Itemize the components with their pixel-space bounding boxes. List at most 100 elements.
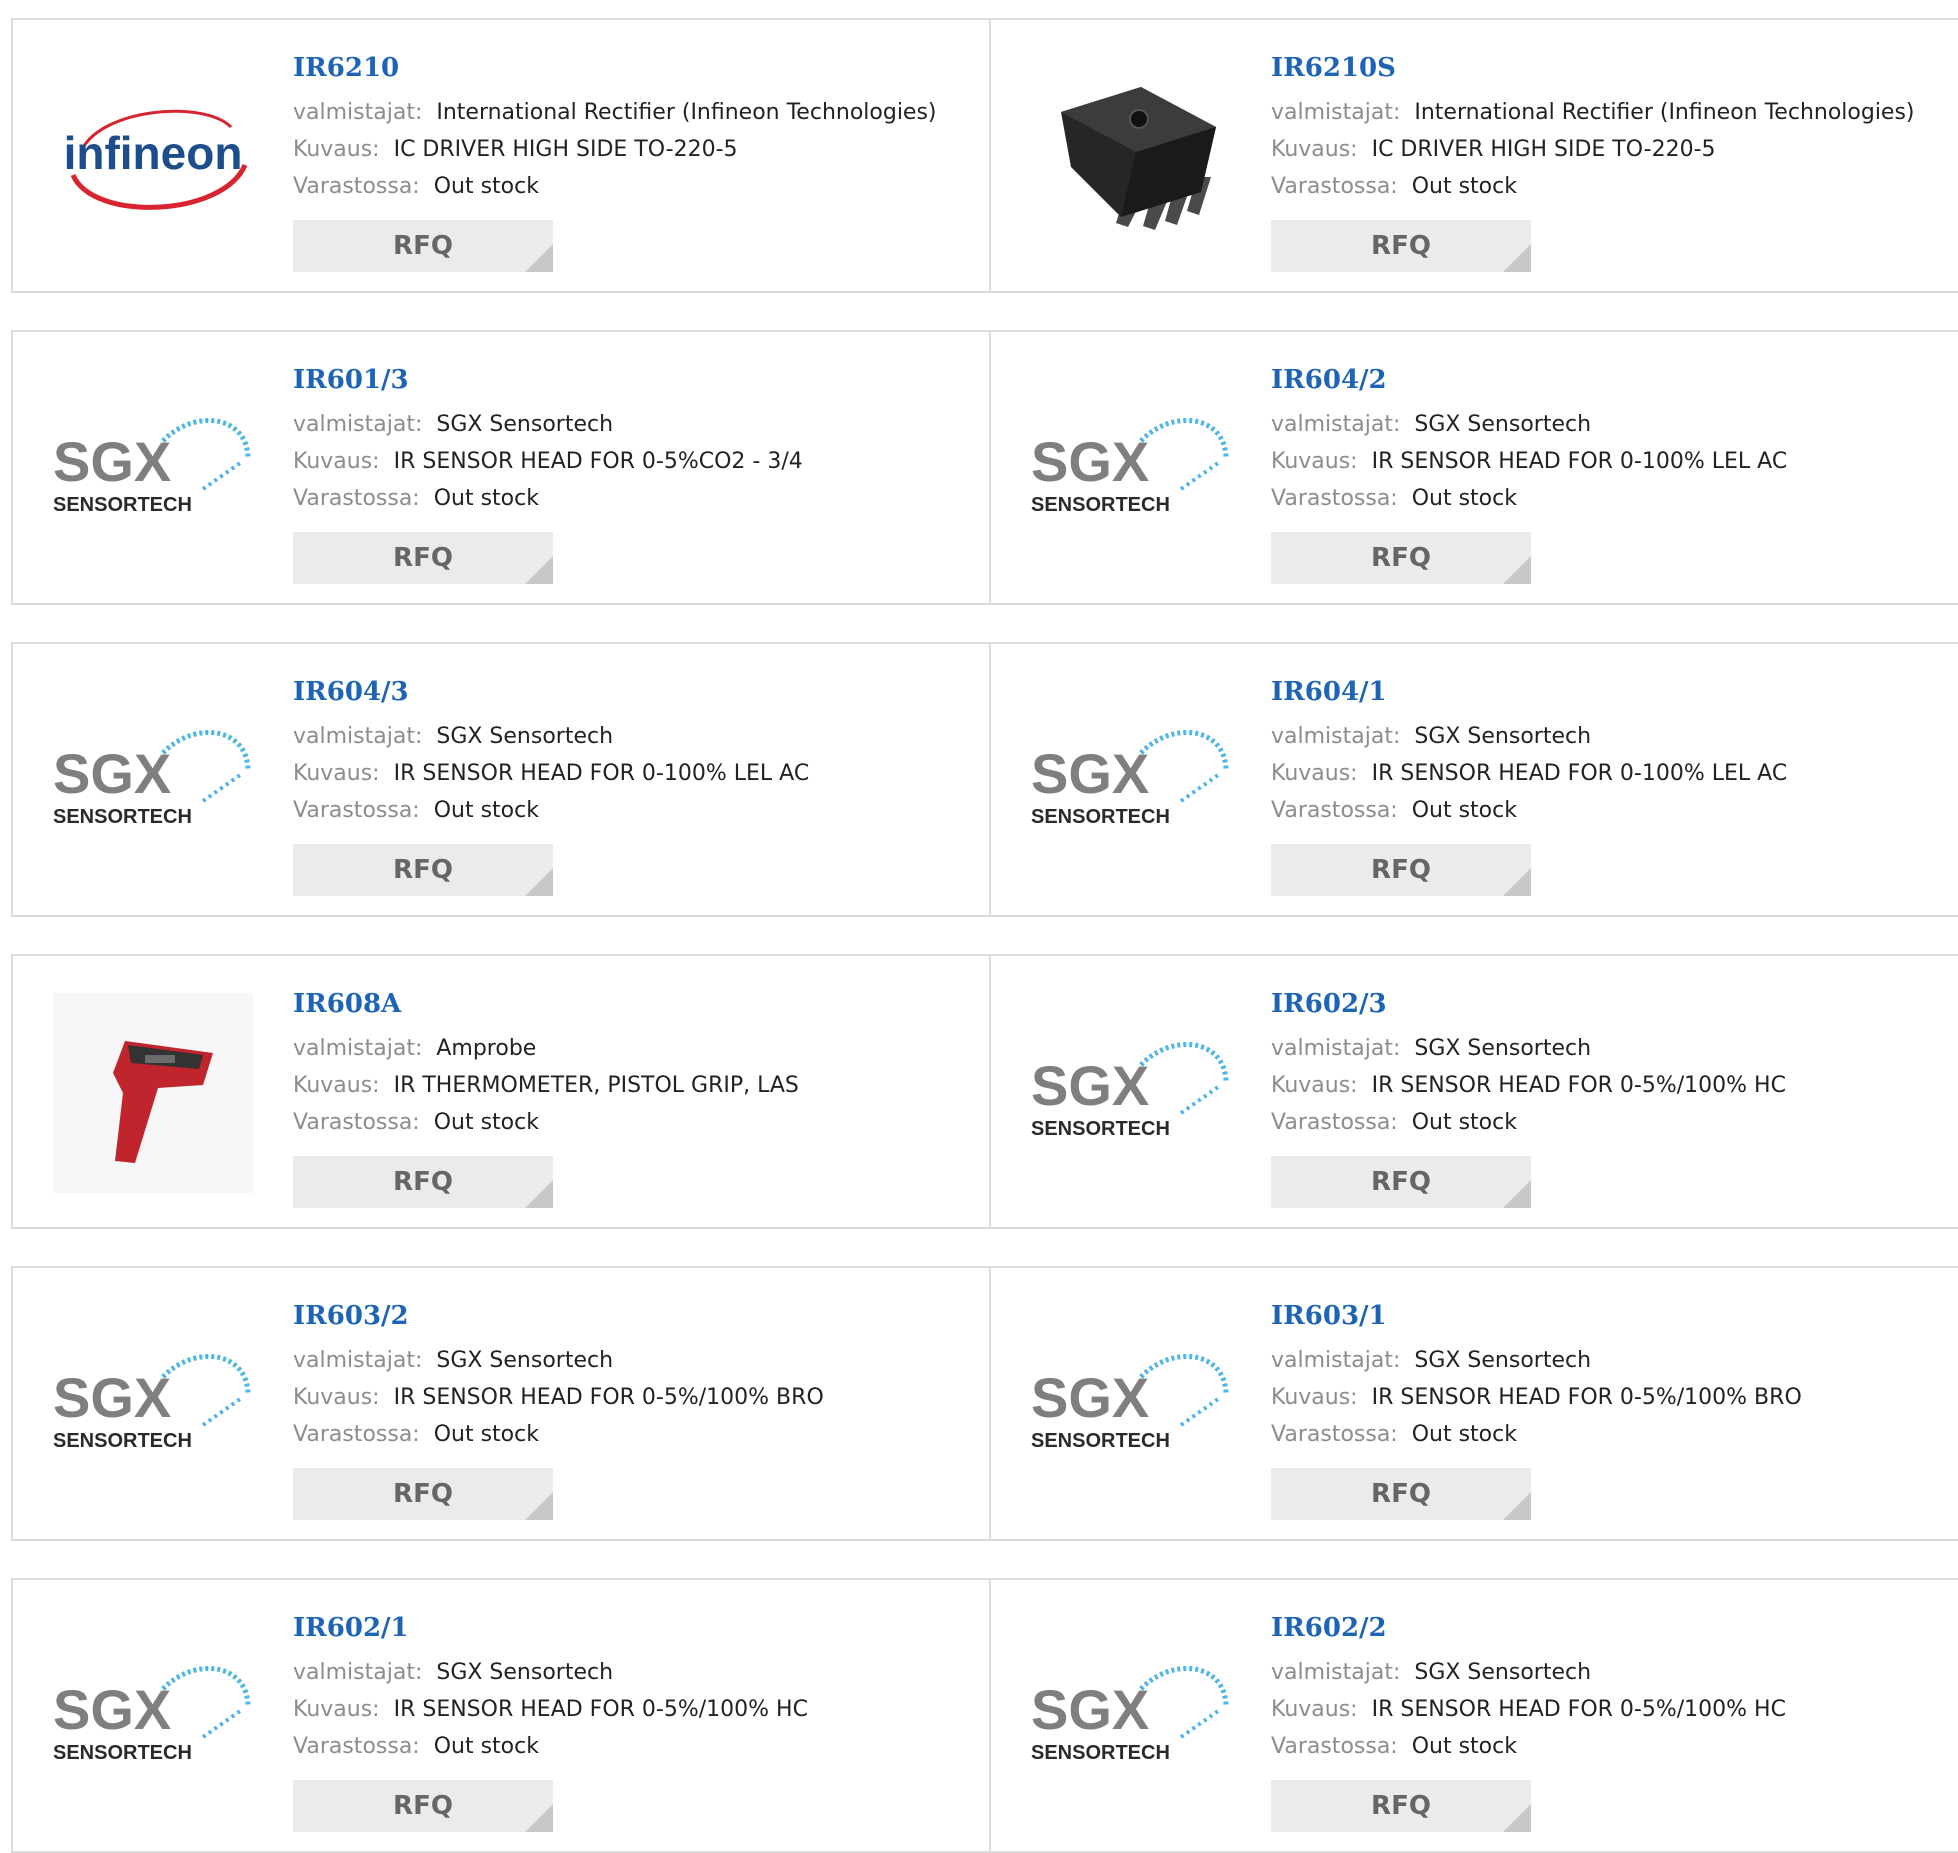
product-info: IR602/1 valmistajat: SGX Sensortech Kuvau…	[293, 1608, 808, 1765]
rfq-button[interactable]: RFQ	[1271, 1468, 1531, 1520]
description-line: Kuvaus: IR SENSOR HEAD FOR 0-5%/100% HC	[293, 1691, 808, 1728]
svg-text:SGX: SGX	[53, 1678, 171, 1741]
description-value: IR SENSOR HEAD FOR 0-5%/100% HC	[393, 1697, 808, 1722]
part-number-link[interactable]: IR601/3	[293, 360, 803, 400]
part-number-link[interactable]: IR604/3	[293, 672, 809, 712]
stock-line: Varastossa: Out stock	[293, 792, 809, 829]
stock-value: Out stock	[433, 798, 539, 823]
description-value: IC DRIVER HIGH SIDE TO-220-5	[1371, 137, 1716, 162]
stock-line: Varastossa: Out stock	[293, 480, 803, 517]
stock-line: Varastossa: Out stock	[1271, 792, 1787, 829]
stock-value: Out stock	[1411, 486, 1517, 511]
rfq-button[interactable]: RFQ	[293, 220, 553, 272]
svg-text:SGX: SGX	[1031, 1366, 1149, 1429]
part-number-link[interactable]: IR604/2	[1271, 360, 1787, 400]
product-card: SGX SENSORTECH IR602/1 valmistajat: SGX S…	[13, 1580, 991, 1851]
part-number-link[interactable]: IR602/3	[1271, 984, 1786, 1024]
product-card: SGX SENSORTECH IR602/2 valmistajat: SGX S…	[991, 1580, 1958, 1851]
part-number-link[interactable]: IR6210S	[1271, 48, 1915, 88]
corner-triangle-icon	[1503, 1804, 1531, 1832]
rfq-button[interactable]: RFQ	[1271, 532, 1531, 584]
corner-triangle-icon	[525, 1180, 553, 1208]
manufacturer-line: valmistajat: SGX Sensortech	[1271, 406, 1787, 443]
product-card: SGX SENSORTECH IR604/1 valmistajat: SGX S…	[991, 644, 1958, 915]
svg-text:SGX: SGX	[1031, 742, 1149, 805]
rfq-button[interactable]: RFQ	[293, 1780, 553, 1832]
product-info: IR604/1 valmistajat: SGX Sensortech Kuvau…	[1271, 672, 1787, 829]
product-image[interactable]: SGX SENSORTECH	[1031, 1305, 1231, 1505]
rfq-button[interactable]: RFQ	[293, 1156, 553, 1208]
description-value: IR SENSOR HEAD FOR 0-5%/100% HC	[1371, 1697, 1786, 1722]
stock-line: Varastossa: Out stock	[1271, 1416, 1802, 1453]
product-image[interactable]: SGX SENSORTECH	[1031, 993, 1231, 1193]
product-image[interactable]: SGX SENSORTECH	[53, 1305, 253, 1505]
part-number-link[interactable]: IR603/1	[1271, 1296, 1802, 1336]
product-info: IR604/2 valmistajat: SGX Sensortech Kuvau…	[1271, 360, 1787, 517]
corner-triangle-icon	[1503, 556, 1531, 584]
rfq-button[interactable]: RFQ	[293, 1468, 553, 1520]
svg-text:SGX: SGX	[1031, 430, 1149, 493]
product-image[interactable]	[53, 993, 253, 1193]
stock-line: Varastossa: Out stock	[1271, 1728, 1786, 1765]
rfq-button[interactable]: RFQ	[293, 844, 553, 896]
description-value: IR SENSOR HEAD FOR 0-100% LEL AC	[393, 761, 810, 786]
product-image[interactable]: SGX SENSORTECH	[53, 369, 253, 569]
product-image[interactable]: infineon	[53, 57, 253, 257]
part-number-link[interactable]: IR603/2	[293, 1296, 824, 1336]
manufacturer-value: SGX Sensortech	[436, 724, 614, 749]
svg-text:SENSORTECH: SENSORTECH	[1031, 1118, 1170, 1140]
part-number-link[interactable]: IR608A	[293, 984, 799, 1024]
manufacturer-line: valmistajat: SGX Sensortech	[293, 406, 803, 443]
rfq-button[interactable]: RFQ	[293, 532, 553, 584]
stock-label: Varastossa:	[1271, 174, 1398, 199]
svg-text:SENSORTECH: SENSORTECH	[1031, 1742, 1170, 1764]
rfq-button[interactable]: RFQ	[1271, 220, 1531, 272]
rfq-button-label: RFQ	[393, 543, 453, 573]
description-value: IR SENSOR HEAD FOR 0-100% LEL AC	[1371, 761, 1788, 786]
part-number-link[interactable]: IR602/1	[293, 1608, 808, 1648]
corner-triangle-icon	[1503, 244, 1531, 272]
stock-value: Out stock	[433, 174, 539, 199]
svg-text:SENSORTECH: SENSORTECH	[53, 1430, 192, 1452]
rfq-button-label: RFQ	[393, 231, 453, 261]
product-image[interactable]: SGX SENSORTECH	[1031, 1617, 1231, 1817]
stock-value: Out stock	[1411, 798, 1517, 823]
rfq-button-label: RFQ	[1371, 1791, 1431, 1821]
rfq-button-label: RFQ	[393, 1479, 453, 1509]
description-line: Kuvaus: IR SENSOR HEAD FOR 0-100% LEL AC	[1271, 755, 1787, 792]
description-line: Kuvaus: IR SENSOR HEAD FOR 0-100% LEL AC	[293, 755, 809, 792]
description-value: IR SENSOR HEAD FOR 0-5%CO2 - 3/4	[393, 449, 803, 474]
part-number-link[interactable]: IR6210	[293, 48, 937, 88]
stock-label: Varastossa:	[1271, 486, 1398, 511]
product-card: SGX SENSORTECH IR601/3 valmistajat: SGX S…	[13, 332, 991, 603]
manufacturer-label: valmistajat:	[293, 1660, 423, 1685]
product-card: SGX SENSORTECH IR602/3 valmistajat: SGX S…	[991, 956, 1958, 1227]
manufacturer-value: International Rectifier (Infineon Techno…	[1414, 100, 1915, 125]
part-number-link[interactable]: IR604/1	[1271, 672, 1787, 712]
description-label: Kuvaus:	[293, 761, 380, 786]
svg-text:SGX: SGX	[53, 1366, 171, 1429]
svg-text:SENSORTECH: SENSORTECH	[53, 1742, 192, 1764]
sgx-logo-image: SGX SENSORTECH	[1031, 1042, 1229, 1140]
manufacturer-value: Amprobe	[436, 1036, 537, 1061]
rfq-button[interactable]: RFQ	[1271, 1780, 1531, 1832]
product-image[interactable]: SGX SENSORTECH	[1031, 681, 1231, 881]
description-label: Kuvaus:	[1271, 761, 1358, 786]
product-image[interactable]: SGX SENSORTECH	[53, 681, 253, 881]
product-info: IR603/1 valmistajat: SGX Sensortech Kuvau…	[1271, 1296, 1802, 1453]
stock-label: Varastossa:	[293, 174, 420, 199]
rfq-button[interactable]: RFQ	[1271, 844, 1531, 896]
part-number-link[interactable]: IR602/2	[1271, 1608, 1786, 1648]
product-image[interactable]: SGX SENSORTECH	[53, 1617, 253, 1817]
description-value: IR SENSOR HEAD FOR 0-5%/100% BRO	[393, 1385, 824, 1410]
manufacturer-label: valmistajat:	[293, 1348, 423, 1373]
rfq-button[interactable]: RFQ	[1271, 1156, 1531, 1208]
sgx-logo-image: SGX SENSORTECH	[53, 418, 251, 516]
description-line: Kuvaus: IC DRIVER HIGH SIDE TO-220-5	[1271, 131, 1915, 168]
product-image[interactable]: SGX SENSORTECH	[1031, 369, 1231, 569]
product-info: IR601/3 valmistajat: SGX Sensortech Kuvau…	[293, 360, 803, 517]
product-image[interactable]	[1031, 57, 1231, 257]
manufacturer-line: valmistajat: SGX Sensortech	[1271, 1654, 1786, 1691]
to220-chip-image	[1061, 87, 1216, 230]
rfq-button-label: RFQ	[1371, 855, 1431, 885]
